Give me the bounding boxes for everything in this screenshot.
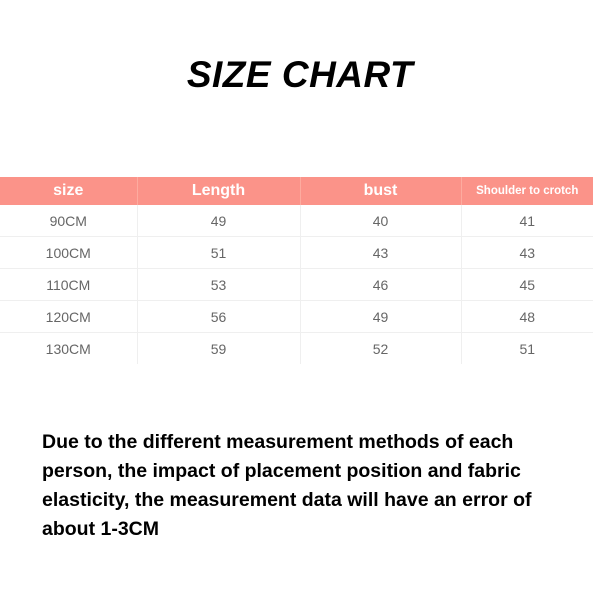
cell-shoulder: 51 (461, 332, 593, 364)
table-body: 90CM 49 40 41 100CM 51 43 43 110CM 53 46… (0, 205, 593, 364)
cell-shoulder: 43 (461, 236, 593, 269)
table-row: 100CM 51 43 43 (0, 236, 593, 269)
table-header: size Length bust Shoulder to crotch (0, 177, 593, 205)
cell-bust: 40 (300, 205, 462, 237)
measurement-disclaimer: Due to the different measurement methods… (42, 431, 532, 540)
cell-bust: 52 (300, 332, 462, 364)
table-header-row: size Length bust Shoulder to crotch (0, 177, 593, 205)
size-table-container: size Length bust Shoulder to crotch 90CM… (0, 177, 593, 364)
size-table: size Length bust Shoulder to crotch 90CM… (0, 177, 593, 364)
cell-size: 110CM (0, 268, 138, 301)
column-header-shoulder-to-crotch: Shoulder to crotch (461, 177, 593, 205)
cell-bust: 49 (300, 300, 462, 333)
cell-length: 56 (137, 300, 301, 333)
table-row: 120CM 56 49 48 (0, 300, 593, 333)
cell-size: 100CM (0, 236, 138, 269)
table-row: 90CM 49 40 41 (0, 205, 593, 237)
cell-size: 90CM (0, 205, 138, 237)
size-chart-page: SIZE CHART size Length bust Shoulder to … (0, 0, 600, 600)
page-title: SIZE CHART (186, 54, 414, 95)
cell-length: 59 (137, 332, 301, 364)
column-header-length: Length (137, 177, 301, 205)
cell-size: 120CM (0, 300, 138, 333)
table-row: 110CM 53 46 45 (0, 268, 593, 301)
cell-length: 51 (137, 236, 301, 269)
cell-length: 53 (137, 268, 301, 301)
table-row: 130CM 59 52 51 (0, 332, 593, 364)
column-header-size: size (0, 177, 138, 205)
cell-length: 49 (137, 205, 301, 237)
cell-shoulder: 48 (461, 300, 593, 333)
cell-bust: 46 (300, 268, 462, 301)
column-header-bust: bust (300, 177, 462, 205)
cell-size: 130CM (0, 332, 138, 364)
cell-shoulder: 41 (461, 205, 593, 237)
cell-bust: 43 (300, 236, 462, 269)
cell-shoulder: 45 (461, 268, 593, 301)
